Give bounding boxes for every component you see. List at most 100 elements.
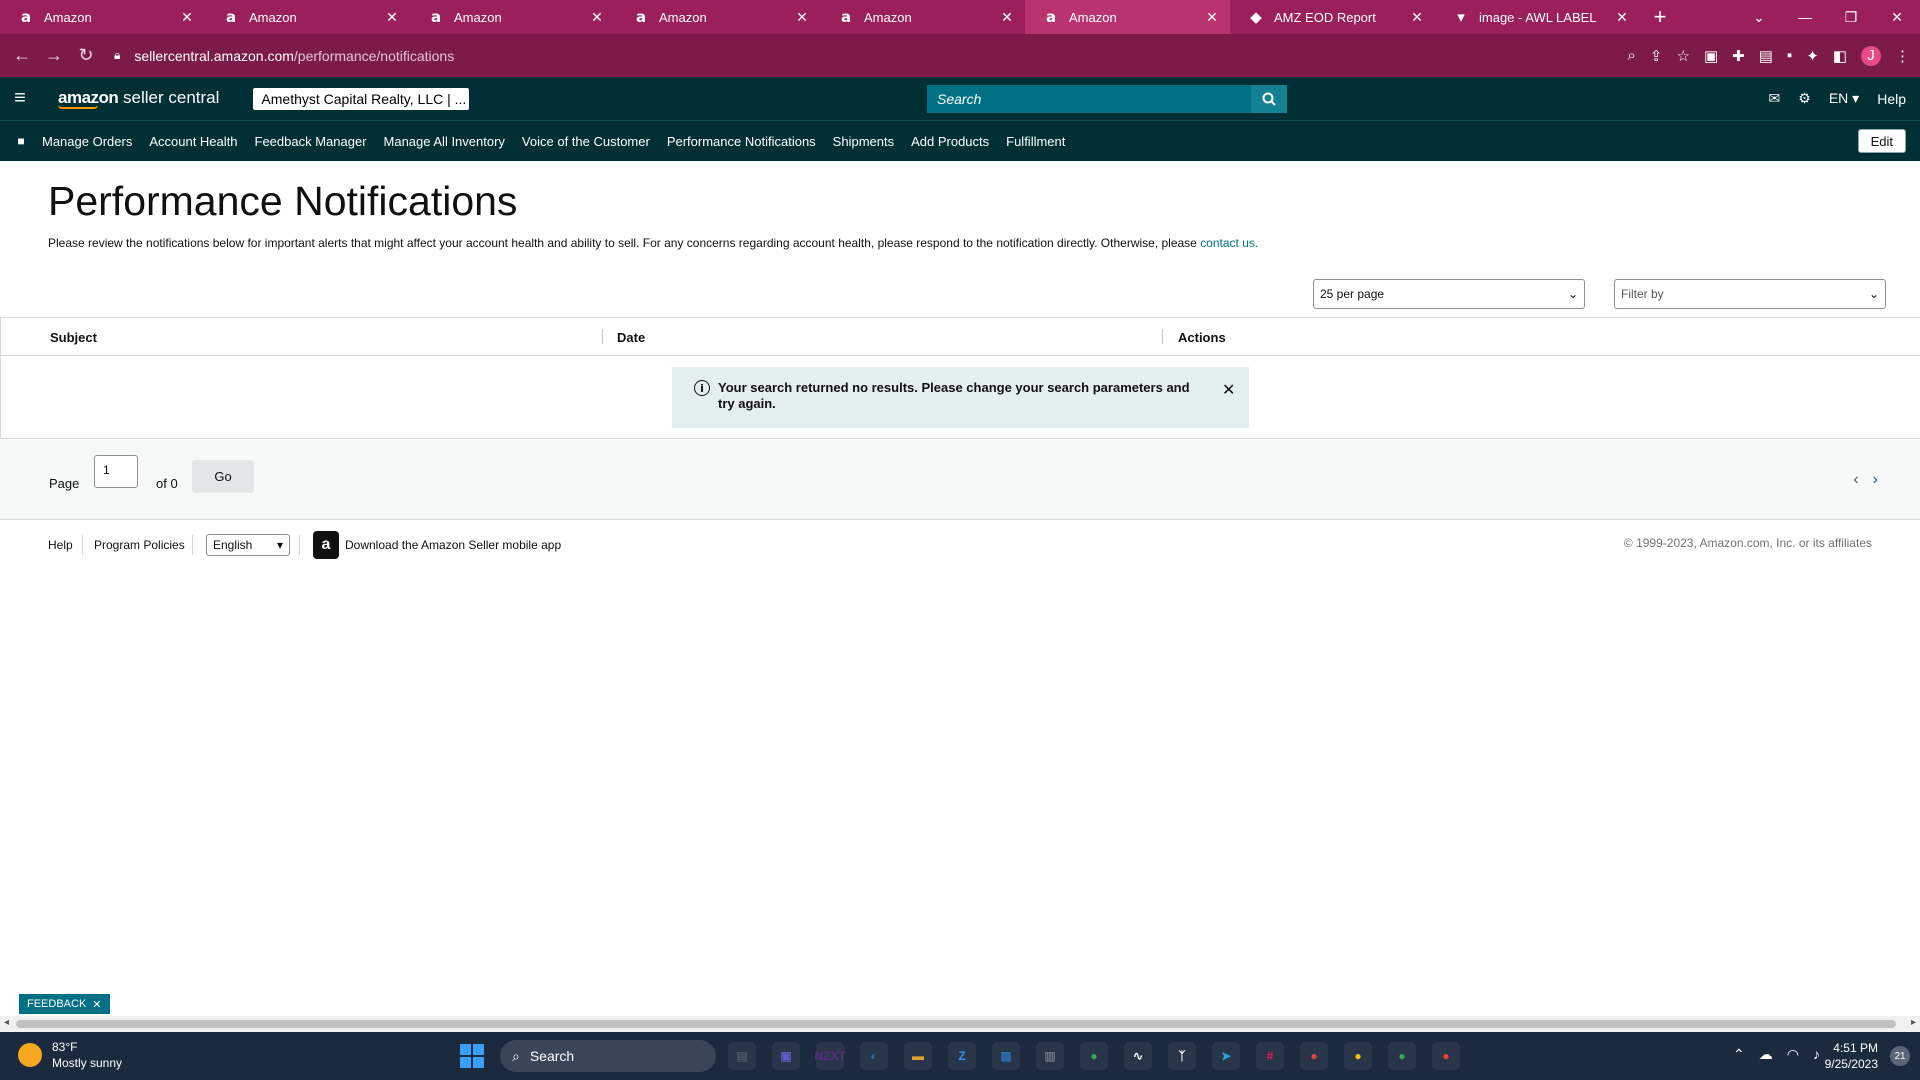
footer-language-select[interactable]: English ▾ xyxy=(206,534,290,556)
close-icon[interactable]: ✕ xyxy=(92,998,101,1011)
browser-tab[interactable]: a Amazon ✕ xyxy=(410,0,615,34)
profile-avatar[interactable]: J xyxy=(1861,45,1881,66)
tab-close-icon[interactable]: ✕ xyxy=(179,9,195,26)
chrome-icon[interactable]: ● xyxy=(1080,1042,1108,1070)
windows-start-icon[interactable] xyxy=(460,1044,484,1068)
browser-tab[interactable]: a Amazon ✕ xyxy=(615,0,820,34)
url-field[interactable]: 🔒︎ sellercentral.amazon.com/performance/… xyxy=(114,48,454,64)
gear-icon[interactable]: ⚙ xyxy=(1798,90,1811,107)
hamburger-menu-icon[interactable]: ≡ xyxy=(0,87,40,110)
horizontal-scrollbar[interactable]: ◂ ▸ xyxy=(0,1016,1920,1032)
tab-search-icon[interactable]: ⌄ xyxy=(1736,9,1782,26)
tab-close-icon[interactable]: ✕ xyxy=(384,9,400,26)
close-icon[interactable]: ✕ xyxy=(1222,380,1235,400)
chrome-4-icon[interactable]: ● xyxy=(1388,1042,1416,1070)
nav-item-shipments[interactable]: Shipments xyxy=(833,134,894,149)
nav-item-feedback-manager[interactable]: Feedback Manager xyxy=(255,134,367,149)
page-number-input[interactable]: 1 xyxy=(94,455,138,488)
tab-close-icon[interactable]: ✕ xyxy=(794,9,810,26)
browser-tab[interactable]: ▾ image - AWL LABEL ✕ xyxy=(1435,0,1640,34)
menu-dots-icon[interactable]: ⋮ xyxy=(1895,47,1910,65)
scroll-right-icon[interactable]: ▸ xyxy=(1911,1017,1916,1028)
reload-icon[interactable]: ↻ xyxy=(70,45,102,66)
back-icon[interactable]: ← xyxy=(6,45,38,66)
restore-button[interactable]: ❐ xyxy=(1828,9,1874,26)
edit-nav-button[interactable]: Edit xyxy=(1857,129,1906,153)
wifi-icon[interactable]: ◠ xyxy=(1787,1046,1799,1063)
column-subject[interactable]: Subject xyxy=(50,330,97,345)
app-red-icon[interactable]: ᛉ xyxy=(1168,1042,1196,1070)
new-tab-button[interactable]: + xyxy=(1640,4,1680,30)
browser-tab[interactable]: a Amazon ✕ xyxy=(0,0,205,34)
seller-app-icon[interactable]: a xyxy=(313,531,339,559)
language-selector[interactable]: EN ▾ xyxy=(1829,90,1859,107)
browser-tab[interactable]: ◆ AMZ EOD Report ✕ xyxy=(1230,0,1435,34)
telegram-icon[interactable]: ➤ xyxy=(1212,1042,1240,1070)
extension-image-icon[interactable]: ▤ xyxy=(1759,47,1773,65)
forward-icon[interactable]: → xyxy=(38,45,70,66)
minimize-button[interactable]: — xyxy=(1782,9,1828,25)
teams-icon[interactable]: ▣ xyxy=(772,1042,800,1070)
nav-item-account-health[interactable]: Account Health xyxy=(149,134,237,149)
tab-close-icon[interactable]: ✕ xyxy=(1614,9,1630,26)
mail-icon[interactable]: ✉ xyxy=(1769,90,1781,107)
account-switcher[interactable]: Amethyst Capital Realty, LLC | ... xyxy=(253,87,470,110)
browser-tab[interactable]: a Amazon ✕ xyxy=(820,0,1025,34)
scroll-left-icon[interactable]: ◂ xyxy=(4,1017,9,1028)
calculator-icon[interactable]: ▥ xyxy=(1036,1042,1064,1070)
download-app-link[interactable]: Download the Amazon Seller mobile app xyxy=(345,538,561,552)
extension-icon[interactable]: ✚ xyxy=(1732,47,1745,65)
chrome-5-icon[interactable]: ● xyxy=(1432,1042,1460,1070)
extension-off-icon[interactable]: ▣ xyxy=(1704,47,1718,65)
scroll-thumb[interactable] xyxy=(16,1020,1896,1028)
taskbar-search[interactable]: ⌕ Search xyxy=(500,1040,716,1072)
per-page-select[interactable]: 25 per page ⌄ xyxy=(1313,279,1585,309)
file-explorer-icon[interactable]: ▤ xyxy=(728,1042,756,1070)
search-button[interactable] xyxy=(1251,85,1287,113)
zoom-icon[interactable]: ⌕ xyxy=(1628,47,1636,64)
app-chart-icon[interactable]: ∿ xyxy=(1124,1042,1152,1070)
weather-widget[interactable]: 83°F Mostly sunny xyxy=(18,1039,122,1071)
photos-icon[interactable]: ◐ xyxy=(860,1042,888,1070)
help-link[interactable]: Help xyxy=(1877,91,1906,107)
program-policies-link[interactable]: Program Policies xyxy=(94,538,185,552)
footer-help-link[interactable]: Help xyxy=(48,538,73,552)
notification-badge[interactable]: 21 xyxy=(1890,1046,1910,1066)
nzxt-icon[interactable]: NZXT xyxy=(814,1042,846,1070)
slack-icon[interactable]: # xyxy=(1256,1042,1284,1070)
contact-us-link[interactable]: contact us. xyxy=(1200,236,1258,250)
calendar-icon[interactable]: ▦ xyxy=(992,1042,1020,1070)
chrome-2-icon[interactable]: ● xyxy=(1300,1042,1328,1070)
seller-central-logo[interactable]: amazon seller central xyxy=(58,88,219,109)
nav-item-fulfillment[interactable]: Fulfillment xyxy=(1006,134,1065,149)
clock[interactable]: 4:51 PM 9/25/2023 xyxy=(1825,1040,1878,1072)
tab-close-icon[interactable]: ✕ xyxy=(999,9,1015,26)
share-icon[interactable]: ⇪ xyxy=(1650,47,1663,65)
column-date[interactable]: Date xyxy=(617,330,645,345)
extensions-puzzle-icon[interactable]: ✦ xyxy=(1806,47,1819,65)
extension-green-icon[interactable]: ▪ xyxy=(1787,47,1792,64)
search-input[interactable]: Search xyxy=(927,85,1251,113)
side-panel-icon[interactable]: ◧ xyxy=(1833,47,1847,65)
lock-icon[interactable]: 🔒︎ xyxy=(114,48,120,63)
tab-close-icon[interactable]: ✕ xyxy=(589,9,605,26)
close-window-button[interactable]: ✕ xyxy=(1874,9,1920,26)
volume-icon[interactable]: ♪ xyxy=(1813,1046,1820,1063)
bookmark-star-icon[interactable]: ☆ xyxy=(1677,47,1690,65)
chevron-right-icon[interactable]: › xyxy=(1873,471,1878,489)
nav-item-manage-orders[interactable]: Manage Orders xyxy=(42,134,132,149)
feedback-button[interactable]: FEEDBACK ✕ xyxy=(19,994,110,1014)
nav-item-performance-notifications[interactable]: Performance Notifications xyxy=(667,134,816,149)
tab-close-icon[interactable]: ✕ xyxy=(1204,9,1220,26)
chrome-3-icon[interactable]: ● xyxy=(1344,1042,1372,1070)
browser-tab[interactable]: a Amazon ✕ xyxy=(205,0,410,34)
nav-item-manage-inventory[interactable]: Manage All Inventory xyxy=(384,134,505,149)
filter-select[interactable]: Filter by ⌄ xyxy=(1614,279,1886,309)
browser-tab[interactable]: a Amazon ✕ xyxy=(1025,0,1230,34)
nav-item-voice-of-customer[interactable]: Voice of the Customer xyxy=(522,134,650,149)
go-button[interactable]: Go xyxy=(192,460,254,493)
nav-item-add-products[interactable]: Add Products xyxy=(911,134,989,149)
cloud-icon[interactable]: ☁ xyxy=(1759,1046,1773,1063)
chevron-up-icon[interactable]: ⌃ xyxy=(1733,1046,1745,1063)
bookmark-icon[interactable]: ■ xyxy=(0,134,42,148)
